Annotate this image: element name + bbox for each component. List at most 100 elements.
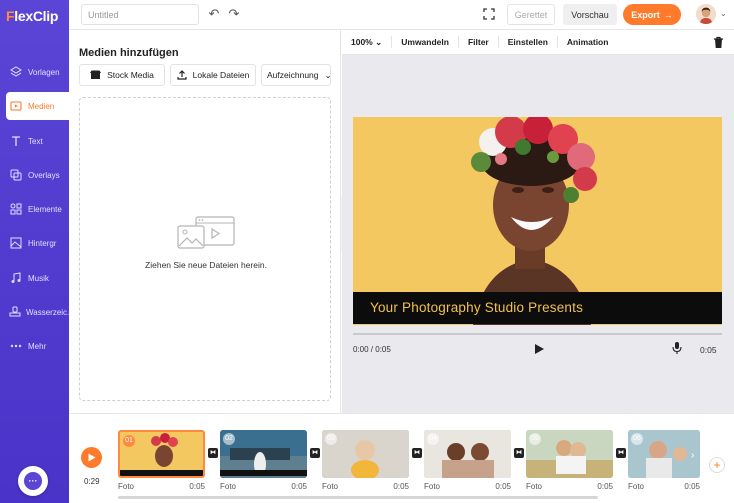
clip-number: 06 [631, 433, 643, 445]
local-files-button[interactable]: Lokale Dateien [170, 64, 256, 86]
sidebar-item-label: Hintergr [28, 238, 57, 248]
top-bar: Untitled ↶ ↷ Gerettet Vorschau Export → ⌄ [69, 0, 734, 30]
sidebar-item-mehr[interactable]: Mehr [0, 332, 69, 360]
layers-icon [9, 65, 23, 79]
preview-stage: Your Photography Studio Presents 0:00 / … [342, 55, 734, 413]
stock-media-button[interactable]: Stock Media [79, 64, 165, 86]
timeline-clip[interactable]: 02 [220, 430, 307, 478]
preview-button[interactable]: Vorschau [563, 4, 617, 25]
project-title-input[interactable]: Untitled [81, 4, 199, 25]
clip-number: 01 [123, 435, 135, 447]
sidebar-item-label: Wasserzeic... [26, 307, 74, 317]
transition-icon[interactable]: ⧓ [412, 448, 422, 458]
edit-toolbar: 100% ⌄ Umwandeln Filter Einstellen Anima… [342, 30, 734, 55]
microphone-icon[interactable] [672, 341, 682, 355]
sidebar-item-elemente[interactable]: Elemente [0, 195, 69, 223]
clip-number: 05 [529, 433, 541, 445]
trash-icon[interactable] [713, 36, 724, 49]
timeline: 0:29 01 Foto 0:05 ⧓ 02 Foto 0:05 ⧓ 03 Foto… [69, 413, 734, 503]
timeline-clip[interactable]: 03 [322, 430, 409, 478]
timeline-total-time: 0:29 [84, 477, 100, 486]
chevron-right-icon[interactable]: › [691, 450, 701, 464]
transition-icon[interactable]: ⧓ [208, 448, 218, 458]
timeline-clip[interactable]: 06 [628, 430, 700, 478]
more-dots-icon [9, 339, 23, 353]
sidebar-item-label: Elemente [28, 204, 62, 214]
sidebar-item-text[interactable]: Text [0, 127, 69, 155]
time-readout: 0:00 / 0:05 [353, 345, 391, 354]
transition-icon[interactable]: ⧓ [310, 448, 320, 458]
clip-label: Foto 0:05 [628, 482, 700, 491]
sidebar-item-vorlagen[interactable]: Vorlagen [0, 58, 69, 86]
sidebar-item-label: Vorlagen [28, 67, 60, 77]
video-caption[interactable]: Your Photography Studio Presents [353, 292, 722, 324]
store-icon [90, 70, 102, 79]
chevron-down-icon: ⌄ [324, 69, 332, 80]
sidebar-item-label: Medien [28, 101, 55, 111]
file-dropzone[interactable]: Ziehen Sie neue Dateien herein. [79, 97, 331, 401]
avatar[interactable] [696, 4, 716, 24]
export-button[interactable]: Export → [623, 4, 681, 25]
timeline-play-button[interactable] [81, 447, 102, 468]
add-clip-button[interactable]: + [709, 457, 725, 473]
text-icon [9, 134, 23, 148]
toolbar-umwandeln[interactable]: Umwandeln [392, 36, 459, 48]
timeline-clip[interactable]: 01 [118, 430, 205, 478]
clip-number: 04 [427, 433, 439, 445]
upload-icon [177, 70, 187, 80]
timeline-clip[interactable]: 04 [424, 430, 511, 478]
playback-progress[interactable] [353, 333, 722, 335]
toolbar-filter[interactable]: Filter [459, 36, 499, 48]
sidebar-item-hintergrund[interactable]: Hintergr [0, 229, 69, 257]
zoom-dropdown[interactable]: 100% ⌄ [342, 36, 393, 48]
music-icon [9, 271, 23, 285]
clip-label: Foto 0:05 [220, 482, 307, 491]
elements-icon [9, 202, 23, 216]
chat-button[interactable]: ··· [18, 466, 48, 496]
panel-title: Medien hinzufügen [79, 47, 179, 59]
timeline-scrollbar[interactable] [118, 496, 598, 499]
clip-label: Foto 0:05 [322, 482, 409, 491]
background-icon [9, 236, 23, 250]
saved-button[interactable]: Gerettet [507, 4, 555, 25]
clip-duration: 0:05 [700, 345, 717, 355]
sidebar: FlexClip Vorlagen Medien Text Overlays E… [0, 0, 74, 503]
clip-number: 03 [325, 433, 337, 445]
play-icon [88, 453, 96, 462]
plus-icon: + [713, 458, 721, 472]
record-dropdown[interactable]: Aufzeichnung ⌄ [261, 64, 332, 86]
undo-icon[interactable]: ↶ [207, 7, 221, 21]
arrow-right-icon: → [663, 9, 673, 20]
media-panel: Medien hinzufügen Stock Media Lokale Dat… [69, 30, 341, 413]
chevron-down-icon[interactable]: ⌄ [720, 9, 727, 18]
chat-icon: ··· [24, 472, 42, 490]
timeline-clip[interactable]: 05 [526, 430, 613, 478]
toolbar-einstellen[interactable]: Einstellen [499, 36, 558, 48]
overlays-icon [9, 168, 23, 182]
sidebar-item-label: Overlays [28, 170, 60, 180]
transition-icon[interactable]: ⧓ [616, 448, 626, 458]
clip-label: Foto 0:05 [424, 482, 511, 491]
clip-label: Foto 0:05 [118, 482, 205, 491]
sidebar-item-label: Musik [28, 273, 49, 283]
media-folder-icon [9, 99, 23, 113]
clip-label: Foto 0:05 [526, 482, 613, 491]
dropzone-text: Ziehen Sie neue Dateien herein. [145, 260, 267, 270]
chevron-down-icon: ⌄ [375, 37, 383, 47]
toolbar-animation[interactable]: Animation [558, 36, 618, 48]
play-icon[interactable] [533, 343, 545, 355]
sidebar-item-musik[interactable]: Musik [0, 264, 69, 292]
fullscreen-icon[interactable] [483, 8, 495, 20]
sidebar-item-label: Text [28, 136, 43, 146]
flexclip-logo[interactable]: FlexClip [6, 8, 58, 24]
watermark-icon [9, 305, 21, 319]
upload-media-icon [177, 216, 235, 249]
sidebar-item-label: Mehr [28, 341, 47, 351]
sidebar-item-overlays[interactable]: Overlays [0, 161, 69, 189]
sidebar-item-medien[interactable]: Medien [6, 92, 69, 120]
transition-icon[interactable]: ⧓ [514, 448, 524, 458]
video-canvas[interactable]: Your Photography Studio Presents [353, 117, 722, 325]
sidebar-item-wasserzeichen[interactable]: Wasserzeic... [0, 298, 74, 326]
clip-number: 02 [223, 433, 235, 445]
redo-icon[interactable]: ↷ [227, 7, 241, 21]
